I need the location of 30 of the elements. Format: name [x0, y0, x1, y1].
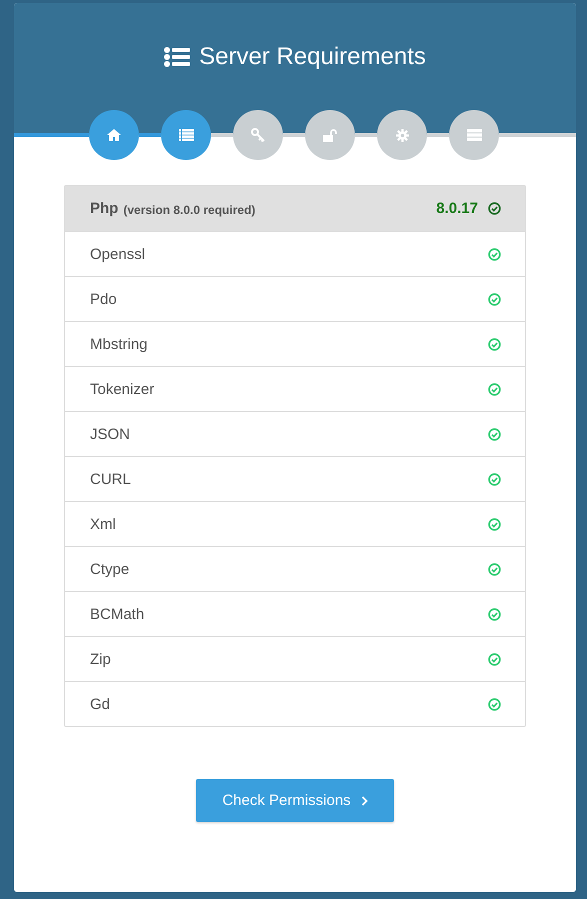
- requirement-name: Mbstring: [90, 336, 149, 352]
- chevron-right-icon: [360, 796, 368, 806]
- step-indicator[interactable]: [161, 110, 211, 160]
- step-indicator[interactable]: [305, 110, 355, 160]
- list-icon: [178, 129, 194, 141]
- home-icon: [107, 129, 121, 141]
- requirement-name: Xml: [90, 516, 117, 532]
- step-indicator[interactable]: [449, 110, 499, 160]
- installed-version: 8.0.17: [436, 200, 478, 217]
- requirement-name: CURL: [90, 470, 132, 488]
- step-indicator[interactable]: [233, 110, 283, 160]
- requirement-name: Php: [90, 200, 118, 217]
- list-icon: [164, 47, 190, 67]
- requirement-name: Zip: [90, 650, 112, 668]
- requirement-name: BCMath: [90, 606, 146, 622]
- requirement-name: Pdo: [90, 290, 118, 308]
- requirement-name: Openssl: [90, 246, 146, 262]
- step-indicator[interactable]: [89, 110, 139, 160]
- page-title: Server Requirements: [199, 43, 426, 71]
- requirement-name: Ctype: [90, 560, 130, 578]
- requirement-name: JSON: [90, 426, 132, 442]
- gear-icon: [396, 128, 408, 142]
- server-icon: [466, 129, 482, 141]
- requirement-name: Gd: [90, 696, 112, 712]
- requirement-name: Tokenizer: [90, 380, 156, 398]
- version-requirement: (version 8.0.0 required): [123, 202, 256, 216]
- unlocked-padlock-icon: [323, 128, 337, 142]
- check-permissions-button[interactable]: Check Permissions: [196, 779, 394, 822]
- key-icon: [251, 128, 265, 142]
- step-indicator[interactable]: [377, 110, 427, 160]
